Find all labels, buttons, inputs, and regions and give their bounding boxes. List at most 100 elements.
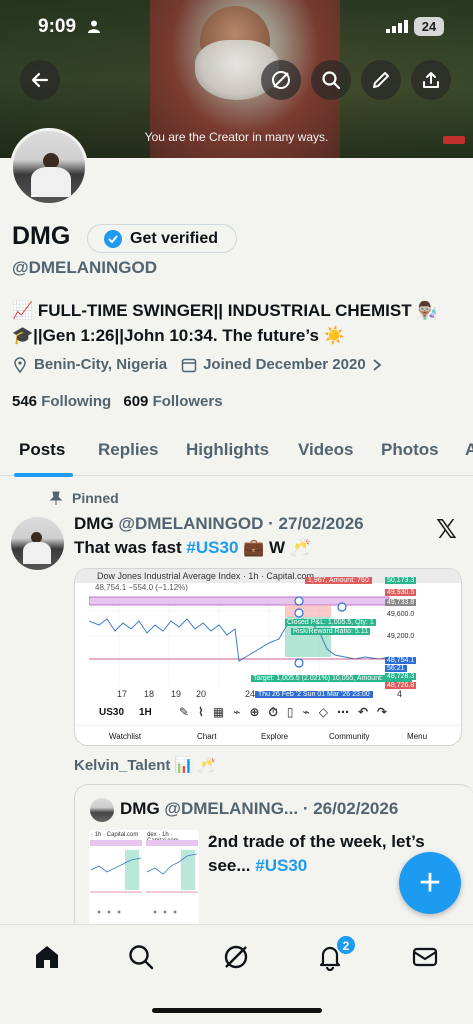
price-axis: 50,173.3 49,930.5 49,733.8 49,600.0 49,2… xyxy=(385,575,439,691)
share-button[interactable] xyxy=(411,60,451,100)
price-tick: 49,733.8 xyxy=(385,599,417,606)
price-tick: 50,173.3 xyxy=(385,577,417,584)
chart-nav-chart: Chart xyxy=(197,732,217,741)
price-tick: 49,600.0 xyxy=(387,611,415,618)
post-image-chart[interactable]: Dow Jones Industrial Average Index · 1h … xyxy=(74,568,462,746)
price-tick: 49,930.5 xyxy=(385,589,417,596)
chart-nav-community: Community xyxy=(329,732,370,741)
quote-author: DMG xyxy=(120,799,160,818)
plus-icon: + xyxy=(418,861,442,904)
post-avatar[interactable] xyxy=(11,517,64,570)
price-tick: 48,726.8 xyxy=(385,682,417,689)
repost-attribution[interactable]: Kelvin_Talent 📊 🥂 xyxy=(74,756,216,774)
post-text: That was fast #US30 💼 W 🥂 xyxy=(74,538,311,558)
post-avatar-body xyxy=(23,542,51,564)
followers-link[interactable]: 609 Followers xyxy=(123,393,222,410)
search-icon xyxy=(322,71,341,90)
time-tick: 20 xyxy=(196,689,207,699)
back-button[interactable] xyxy=(20,60,60,100)
follow-stats: 546 Following 609 Followers xyxy=(12,393,223,410)
post-hashtag[interactable]: #US30 xyxy=(186,538,238,557)
post-text-before: That was fast xyxy=(74,538,187,557)
bio-line-2: 🎓||Gen 1:26||John 10:34. The future’s ☀️ xyxy=(12,326,345,345)
edit-button[interactable] xyxy=(361,60,401,100)
status-bar: 9:09 24 xyxy=(0,0,473,54)
mail-icon xyxy=(412,947,438,967)
price-tick: 49,200.0 xyxy=(387,633,415,640)
x-logo-icon: 𝕏 xyxy=(436,514,457,544)
nav-messages[interactable] xyxy=(405,939,445,975)
tab-videos[interactable]: Videos xyxy=(298,440,353,460)
nav-search[interactable] xyxy=(121,939,161,975)
chart-nav-menu: Menu xyxy=(407,732,428,741)
nav-grok[interactable] xyxy=(216,939,256,975)
time-axis: 17 18 19 20 24 4 xyxy=(75,689,461,701)
post-handle-date: @DMELANINGOD · 27/02/2026 xyxy=(118,514,364,533)
chart-interval[interactable]: 1H xyxy=(139,707,152,718)
following-label: Following xyxy=(41,393,112,410)
quote-hashtag[interactable]: #US30 xyxy=(255,856,307,875)
post-author[interactable]: DMG xyxy=(74,514,114,533)
verified-badge-icon xyxy=(104,229,122,248)
get-verified-button[interactable]: Get verified xyxy=(87,224,237,253)
price-chart-svg xyxy=(89,591,399,687)
pin-icon xyxy=(50,491,62,505)
pinned-label: Pinned xyxy=(50,490,119,506)
chart-closed-pnl: Closed P&L: 1,005.5, Qty: 1 xyxy=(285,619,376,626)
quote-avatar xyxy=(90,798,114,822)
notification-count-badge: 2 xyxy=(336,935,356,955)
quote-handle-date: @DMELANING... · 26/02/2026 xyxy=(164,799,399,818)
quote-text-before: 2nd trade of the week, let’s see... xyxy=(208,832,425,875)
location-icon xyxy=(14,356,26,373)
profile-joined: Joined December 2020 xyxy=(203,356,366,373)
chart-symbol[interactable]: US30 xyxy=(99,707,124,718)
followers-label: Followers xyxy=(152,393,223,410)
chart-toolbar: US30 1H ✎⌇▦⌁⊕⏱▯⌁◇⋯↶↷ xyxy=(75,703,461,725)
price-tick: 48,754.1 xyxy=(385,657,417,664)
home-indicator xyxy=(152,1008,322,1013)
home-icon xyxy=(36,946,58,968)
search-button[interactable] xyxy=(311,60,351,100)
tab-photos[interactable]: Photos xyxy=(381,440,439,460)
chart-amount-label: 1,967, Amount: 760 xyxy=(305,577,372,584)
grok-icon xyxy=(272,71,290,89)
get-verified-label: Get verified xyxy=(130,229,219,247)
profile-tabs: Posts Replies Highlights Videos Photos A xyxy=(0,430,473,477)
avatar-body xyxy=(31,167,71,197)
pencil-icon xyxy=(373,72,389,88)
arrow-left-icon xyxy=(31,72,49,88)
tab-highlights[interactable]: Highlights xyxy=(186,440,269,460)
followers-count: 609 xyxy=(123,393,149,410)
chart-app-nav: Watchlist Chart Explore Community Menu xyxy=(75,725,461,745)
subscribe-badge xyxy=(443,136,465,144)
post-text-after: 💼 W 🥂 xyxy=(238,538,311,557)
signal-icon xyxy=(386,20,408,33)
tab-posts[interactable]: Posts xyxy=(19,440,65,460)
time-tick: 17 xyxy=(117,689,128,699)
nav-home[interactable] xyxy=(27,939,67,975)
status-time: 9:09 xyxy=(38,16,77,37)
following-count: 546 xyxy=(12,393,38,410)
profile-avatar[interactable] xyxy=(10,128,88,206)
profile-handle: @DMELANINGOD xyxy=(12,258,158,277)
chart-risk-reward: Risk/Reward Ratio: 5.11 xyxy=(291,628,370,635)
quote-header: DMG @DMELANING... · 26/02/2026 xyxy=(120,799,398,819)
time-tick: 19 xyxy=(171,689,182,699)
bio-line-1: 📈 FULL-TIME SWINGER|| INDUSTRIAL CHEMIST… xyxy=(12,301,438,320)
price-tick: 56:21 xyxy=(385,665,407,672)
chart-nav-explore: Explore xyxy=(261,732,289,741)
chart-nav-watchlist: Watchlist xyxy=(109,732,142,741)
quote-thumbnail[interactable]: · 1h · Capital.com dex · 1h · Capital.co… xyxy=(89,830,199,925)
pinned-text: Pinned xyxy=(72,490,119,506)
chevron-right-icon[interactable] xyxy=(372,358,382,372)
tab-replies[interactable]: Replies xyxy=(98,440,158,460)
time-tick: 18 xyxy=(144,689,155,699)
grok-button[interactable] xyxy=(261,60,301,100)
profile-name: DMG xyxy=(12,222,71,250)
grok-icon xyxy=(224,945,248,969)
compose-post-button[interactable]: + xyxy=(399,852,461,914)
tab-articles[interactable]: A xyxy=(465,440,473,460)
following-link[interactable]: 546 Following xyxy=(12,393,111,410)
calendar-icon xyxy=(181,358,197,372)
person-icon xyxy=(88,20,100,33)
